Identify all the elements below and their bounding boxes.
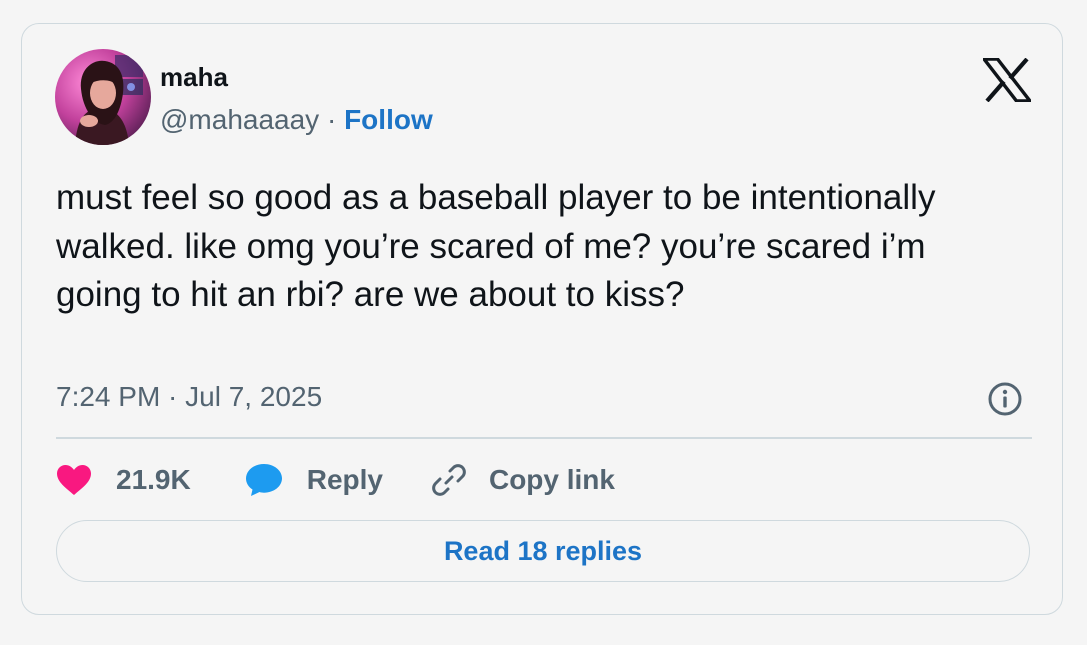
reply-label: Reply (306, 464, 383, 495)
tweet-timestamp[interactable]: 7:24 PM · Jul 7, 2025 (56, 380, 322, 414)
read-replies-button[interactable]: Read 18 replies (56, 520, 1030, 582)
reply-button[interactable]: Reply (245, 463, 383, 497)
avatar[interactable] (55, 49, 151, 145)
divider (56, 437, 1032, 439)
tweet-actions: 21.9K Reply Copy link (56, 460, 615, 500)
like-count: 21.9K (116, 464, 191, 495)
link-icon (432, 464, 466, 496)
like-button[interactable]: 21.9K (56, 464, 191, 496)
author-handle-row: @mahaaaay · Follow (160, 104, 433, 136)
tweet-card: maha @mahaaaay · Follow must feel so goo… (21, 23, 1063, 615)
follow-link[interactable]: Follow (344, 104, 433, 135)
copy-link-button[interactable]: Copy link (431, 462, 615, 498)
heart-icon (57, 465, 91, 495)
handle-separator: · (319, 104, 345, 135)
info-icon[interactable] (987, 381, 1023, 417)
speech-bubble-icon (245, 464, 282, 496)
author-name[interactable]: maha (160, 62, 228, 92)
tweet-text: must feel so good as a baseball player t… (56, 178, 936, 314)
author-handle[interactable]: @mahaaaay (160, 104, 319, 135)
x-logo-icon[interactable] (980, 57, 1034, 103)
copy-link-label: Copy link (488, 464, 615, 495)
